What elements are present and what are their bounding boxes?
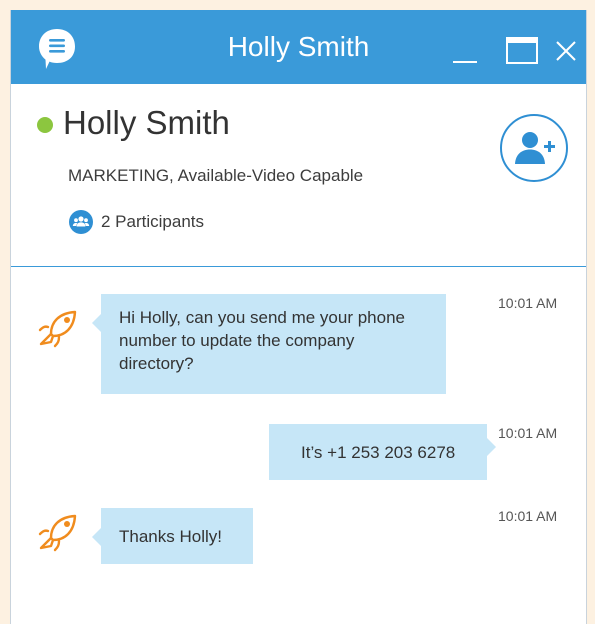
participants-icon — [69, 210, 93, 234]
chat-window: Holly Smith Holly Smith MARKETING, Avail… — [10, 10, 587, 624]
message-bubble-incoming[interactable]: Thanks Holly! — [92, 508, 253, 564]
fish-icon — [38, 310, 77, 348]
message-bubble-outgoing[interactable]: It’s +1 253 203 6278 — [269, 424, 496, 480]
add-user-icon — [515, 132, 555, 164]
add-participant-button[interactable] — [500, 114, 568, 182]
presence-status-dot — [37, 117, 53, 133]
contact-department-status: MARKETING, Available-Video Capable — [68, 166, 364, 185]
message-timestamp: 10:01 AM — [498, 425, 558, 441]
title-bar: Holly Smith — [11, 10, 586, 84]
window-title: Holly Smith — [227, 31, 370, 62]
header-divider — [11, 266, 586, 267]
maximize-icon[interactable] — [505, 35, 539, 65]
minimize-icon[interactable] — [451, 35, 479, 65]
message-timestamp: 10:01 AM — [498, 295, 558, 311]
message-timestamp: 10:01 AM — [498, 508, 558, 524]
fish-icon — [38, 514, 77, 552]
participants-count[interactable]: 2 Participants — [101, 212, 204, 232]
contact-name: Holly Smith — [63, 104, 230, 141]
close-icon[interactable] — [554, 35, 578, 65]
message-bubble-incoming[interactable]: Hi Holly, can you send me your phone num… — [92, 294, 446, 394]
